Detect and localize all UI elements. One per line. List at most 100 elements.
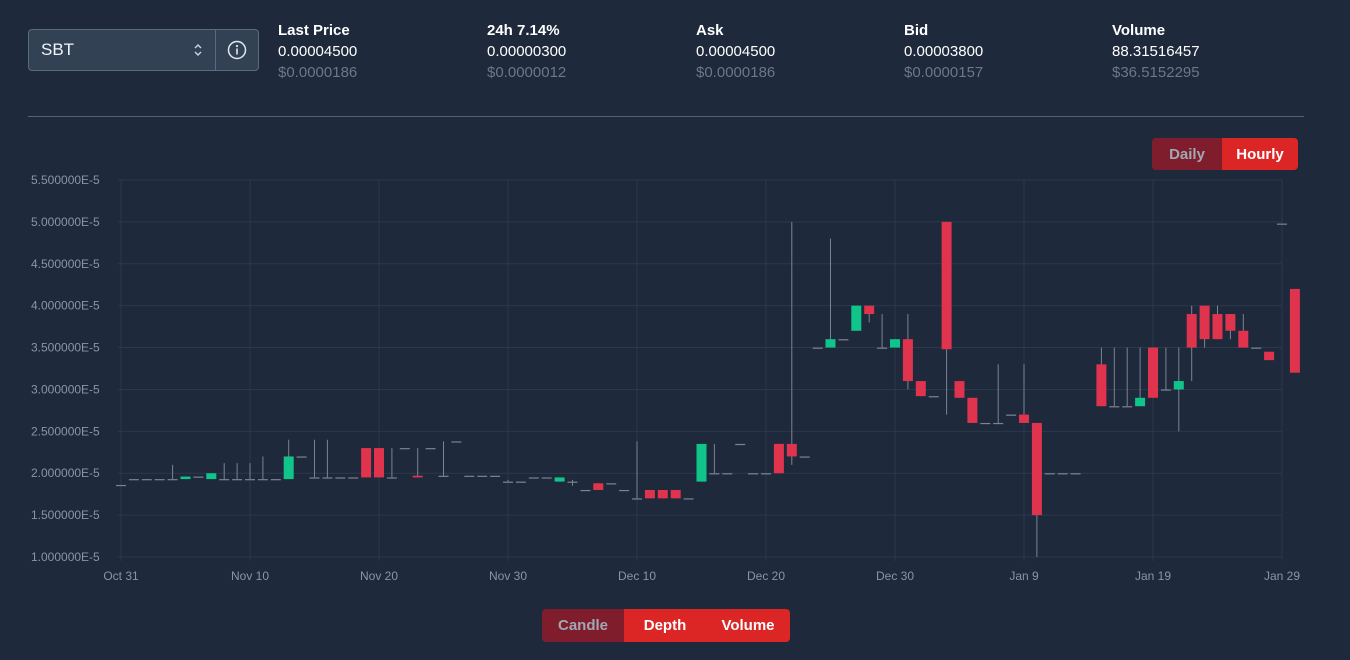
candle-body (348, 477, 359, 479)
stat-volume: Volume 88.31516457 $36.5152295 (1112, 20, 1200, 83)
candle-body (154, 479, 165, 481)
candle-body (1264, 351, 1275, 361)
candle-body (283, 456, 294, 480)
candle-body (644, 489, 655, 499)
candle-body (541, 477, 552, 479)
candle-body (722, 473, 733, 475)
stat-label: Volume (1112, 22, 1166, 39)
candle-body (309, 477, 320, 479)
candle-body (593, 483, 604, 490)
x-tick-label: Dec 30 (876, 569, 914, 583)
stat-usd-value: $0.0000186 (696, 64, 776, 81)
candle-body (232, 479, 243, 481)
x-tick-label: Jan 9 (1009, 569, 1039, 583)
period-toggle: Daily Hourly (1152, 138, 1298, 170)
stat-value: 0.00003800 (904, 43, 984, 60)
candle-body (619, 489, 630, 492)
candle-body (503, 481, 513, 483)
stat-value: 0.00004500 (278, 43, 358, 60)
y-tick-label: 2.500000E-5 (31, 424, 100, 438)
candle-body (928, 396, 939, 398)
candle-body (219, 479, 230, 481)
stat-label: Bid (904, 22, 929, 39)
candle-body (206, 473, 217, 480)
candle-body (116, 484, 126, 487)
candle-body (980, 422, 991, 425)
candle-body (915, 381, 926, 397)
candle-body (1277, 223, 1287, 225)
candle-body (464, 475, 475, 477)
candle-body (167, 479, 178, 481)
volume-button[interactable]: Volume (706, 609, 790, 642)
y-tick-label: 1.500000E-5 (31, 508, 100, 522)
candle-body (1044, 473, 1055, 475)
y-tick-label: 1.000000E-5 (31, 550, 100, 564)
depth-button[interactable]: Depth (624, 609, 706, 642)
candle-body (257, 479, 268, 481)
candle-body (412, 475, 423, 478)
candle-body (1289, 288, 1300, 373)
y-tick-label: 3.500000E-5 (31, 341, 100, 355)
candle-body (528, 477, 539, 479)
candle-body (1238, 330, 1249, 348)
stat-value: 88.31516457 (1112, 43, 1200, 60)
candle-body (386, 477, 397, 479)
candle-body (1212, 314, 1223, 340)
candle-body (1070, 473, 1081, 475)
candle-body (657, 489, 668, 499)
candle-body (786, 443, 797, 457)
candle-body (1173, 381, 1184, 390)
x-tick-label: Nov 20 (360, 569, 398, 583)
candle-body (335, 477, 346, 479)
candlestick-chart: 5.500000E-5 5.000000E-5 4.500000E-5 4.00000… (31, 173, 1300, 583)
daily-button[interactable]: Daily (1152, 138, 1222, 170)
candle-body (425, 448, 436, 450)
stat-24h: 24h 7.14% 0.00000300 $0.0000012 (487, 20, 566, 83)
candle-body (1225, 314, 1236, 331)
x-tick-label: Nov 30 (489, 569, 527, 583)
hourly-button[interactable]: Hourly (1222, 138, 1298, 170)
stat-label: 24h (487, 22, 513, 39)
candle-body (193, 476, 204, 478)
stat-usd-value: $36.5152295 (1112, 64, 1200, 81)
candle-body (554, 477, 565, 482)
candle-body (799, 456, 810, 458)
candle-body (967, 397, 978, 423)
stat-last-price: Last Price 0.00004500 $0.0000186 (278, 20, 357, 83)
stat-ask: Ask 0.00004500 $0.0000186 (696, 20, 775, 83)
candle-body (1160, 389, 1171, 391)
y-tick-label: 3.000000E-5 (31, 382, 100, 396)
candle-body (438, 475, 449, 477)
y-tick-label: 5.500000E-5 (31, 173, 100, 187)
candle-body (864, 305, 875, 315)
candle-body (1006, 414, 1017, 416)
stat-usd-value: $0.0000157 (904, 64, 984, 81)
candle-body (812, 347, 823, 349)
stat-change-percent: 7.14% (517, 22, 560, 39)
candle-body (490, 475, 501, 477)
pair-name: SBT (41, 40, 75, 59)
candle-body (567, 481, 578, 483)
chevron-updown-icon (194, 44, 202, 56)
x-tick-label: Dec 10 (618, 569, 656, 583)
x-tick-label: Jan 19 (1135, 569, 1171, 583)
candle-body (1148, 347, 1158, 398)
x-tick-label: Dec 20 (747, 569, 785, 583)
candle-body (1251, 347, 1262, 349)
candle-body (683, 498, 694, 500)
pair-select[interactable]: SBT (29, 30, 215, 70)
candle-body (296, 456, 307, 458)
candle-button[interactable]: Candle (542, 609, 624, 642)
candle-body (773, 443, 784, 474)
candle-body (322, 477, 333, 479)
info-button[interactable] (215, 30, 258, 70)
stat-bid: Bid 0.00003800 $0.0000157 (904, 20, 983, 83)
candle-body (851, 305, 862, 331)
candle-body (245, 479, 255, 481)
candle-body (877, 347, 888, 349)
y-tick-label: 4.000000E-5 (31, 299, 100, 313)
y-tick-label: 4.500000E-5 (31, 257, 100, 271)
view-toggle: Candle Depth Volume (542, 609, 790, 642)
candle-body (1109, 406, 1120, 408)
candle-body (761, 473, 771, 475)
